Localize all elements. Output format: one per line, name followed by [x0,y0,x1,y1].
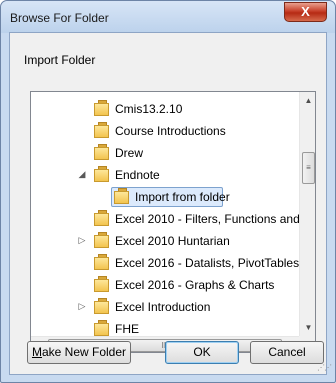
folder-icon [94,144,111,160]
dialog-body: Import Folder Cmis13.2.10 Course Introduc… [9,32,327,375]
tree-item-label: Excel 2016 - Datalists, PivotTables and [115,256,299,270]
folder-icon [94,166,111,182]
ok-button[interactable]: OK [165,341,239,364]
tree-item[interactable]: ◢ Endnote [31,164,299,186]
make-new-folder-button[interactable]: Make New Folder [27,341,131,364]
tree-item-label: Import from folder [135,190,230,204]
scroll-down-arrow[interactable]: ▼ [300,319,315,336]
tree-item[interactable]: Course Introductions [31,120,299,142]
vertical-scrollbar[interactable]: ▲ ≡ ▼ [299,92,315,336]
tree-item[interactable]: Excel 2016 - Datalists, PivotTables and [31,252,299,274]
folder-icon [94,210,111,226]
folder-icon [94,122,111,138]
close-button[interactable]: X [284,2,327,22]
resize-grip-icon[interactable]: ⋰⋰ [317,363,332,372]
tree-item[interactable]: FHE [31,318,299,336]
folder-icon [94,254,111,270]
scroll-up-arrow[interactable]: ▲ [300,92,315,109]
dialog-prompt: Import Folder [24,53,96,67]
folder-icon [94,298,111,314]
tree-item[interactable]: Drew [31,142,299,164]
folder-icon [94,232,111,248]
vertical-scroll-thumb[interactable]: ≡ [302,152,315,184]
tree-item-label: Excel Introduction [115,300,211,314]
tree-item-label: Course Introductions [115,124,226,138]
tree-item[interactable]: Excel 2016 - Graphs & Charts [31,274,299,296]
tree-item-label: Excel 2010 - Filters, Functions and mor [115,212,299,226]
tree-item-label: FHE [115,322,139,336]
tree-item[interactable]: ▷ Excel 2010 Huntarian [31,230,299,252]
tree-item[interactable]: Cmis13.2.10 [31,98,299,120]
tree-item[interactable]: Excel 2010 - Filters, Functions and mor [31,208,299,230]
tree-item-label: Excel 2010 Huntarian [115,234,230,248]
collapse-arrow-icon[interactable]: ◢ [77,169,87,180]
browse-for-folder-dialog: Browse For Folder X Import Folder Cmis13… [0,0,336,383]
folder-icon [94,100,111,116]
make-new-folder-mnemonic: M [31,345,42,359]
tree-item-label: Drew [115,146,144,160]
tree-item-label: Endnote [115,168,160,182]
make-new-folder-label: ake New Folder [41,345,127,359]
tree-item[interactable]: Import from folder [31,186,299,208]
tree-item[interactable]: ▷ Excel Introduction [31,296,299,318]
window-title: Browse For Folder [10,11,109,25]
tree-item-label: Excel 2016 - Graphs & Charts [115,278,275,292]
expand-arrow-icon[interactable]: ▷ [77,301,87,312]
tree-item-label: Cmis13.2.10 [115,102,183,116]
cancel-button[interactable]: Cancel [250,341,324,364]
expand-arrow-icon[interactable]: ▷ [77,235,87,246]
title-bar[interactable]: Browse For Folder X [1,1,335,33]
folder-icon [114,188,131,204]
folder-icon [94,276,111,292]
folder-icon [94,320,111,336]
folder-tree-rows: Cmis13.2.10 Course Introductions Drew ◢ Endn… [31,92,299,336]
folder-tree[interactable]: Cmis13.2.10 Course Introductions Drew ◢ Endn… [30,91,316,353]
